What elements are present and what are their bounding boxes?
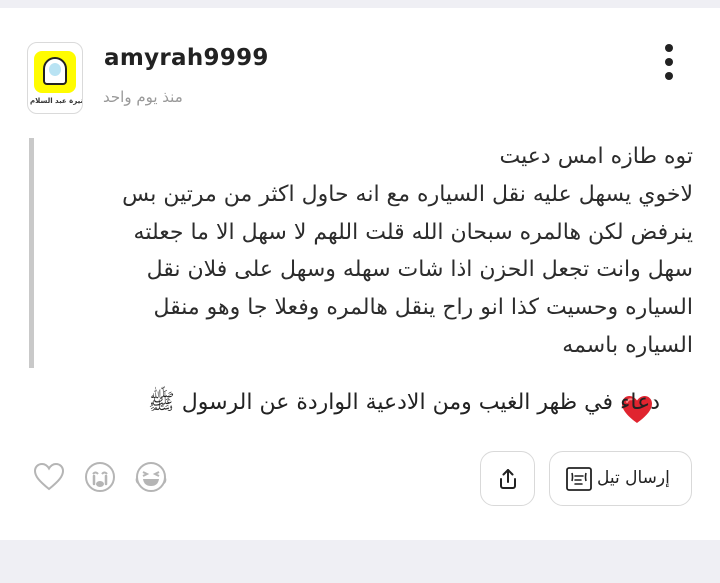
avatar-face — [49, 63, 61, 76]
share-icon — [500, 469, 516, 489]
quote-line: لاخوي يسهل عليه نقل السياره مع انه حاول … — [122, 181, 693, 207]
crying-face-icon[interactable] — [83, 460, 117, 494]
more-options-icon[interactable] — [660, 44, 678, 84]
tell-card-icon — [566, 467, 592, 491]
quote-line: سهل وانت تجعل الحزن اذا شات سهله وسهل عل… — [146, 257, 693, 283]
laughing-face-icon[interactable] — [134, 460, 168, 494]
send-tell-label: إرسال تيل — [597, 468, 670, 488]
quote-block: توه طازه امس دعيت لاخوي يسهل عليه نقل ال… — [29, 138, 697, 368]
post-time: منذ يوم واحد — [103, 88, 183, 106]
heart-outline-icon[interactable] — [32, 460, 66, 494]
share-button[interactable] — [480, 451, 535, 506]
quote-line: ينرفض لكن هالمره سبحان الله قلت اللهم لا… — [133, 219, 693, 245]
quote-line: توه طازه امس دعيت — [499, 144, 693, 169]
quote-line: السياره باسمه — [562, 332, 693, 358]
quote-line: السياره وحسيت كذا انو راح ينقل هالمره وف… — [153, 295, 693, 321]
avatar[interactable]: منيرة عبد السلام — [27, 42, 83, 114]
avatar-caption: منيرة عبد السلام — [30, 97, 82, 105]
username[interactable]: amyrah9999 — [104, 45, 269, 71]
dua-text: دعاء في ظهر الغيب ومن الادعية الواردة عن… — [148, 390, 660, 415]
send-tell-button[interactable]: إرسال تيل — [549, 451, 692, 506]
